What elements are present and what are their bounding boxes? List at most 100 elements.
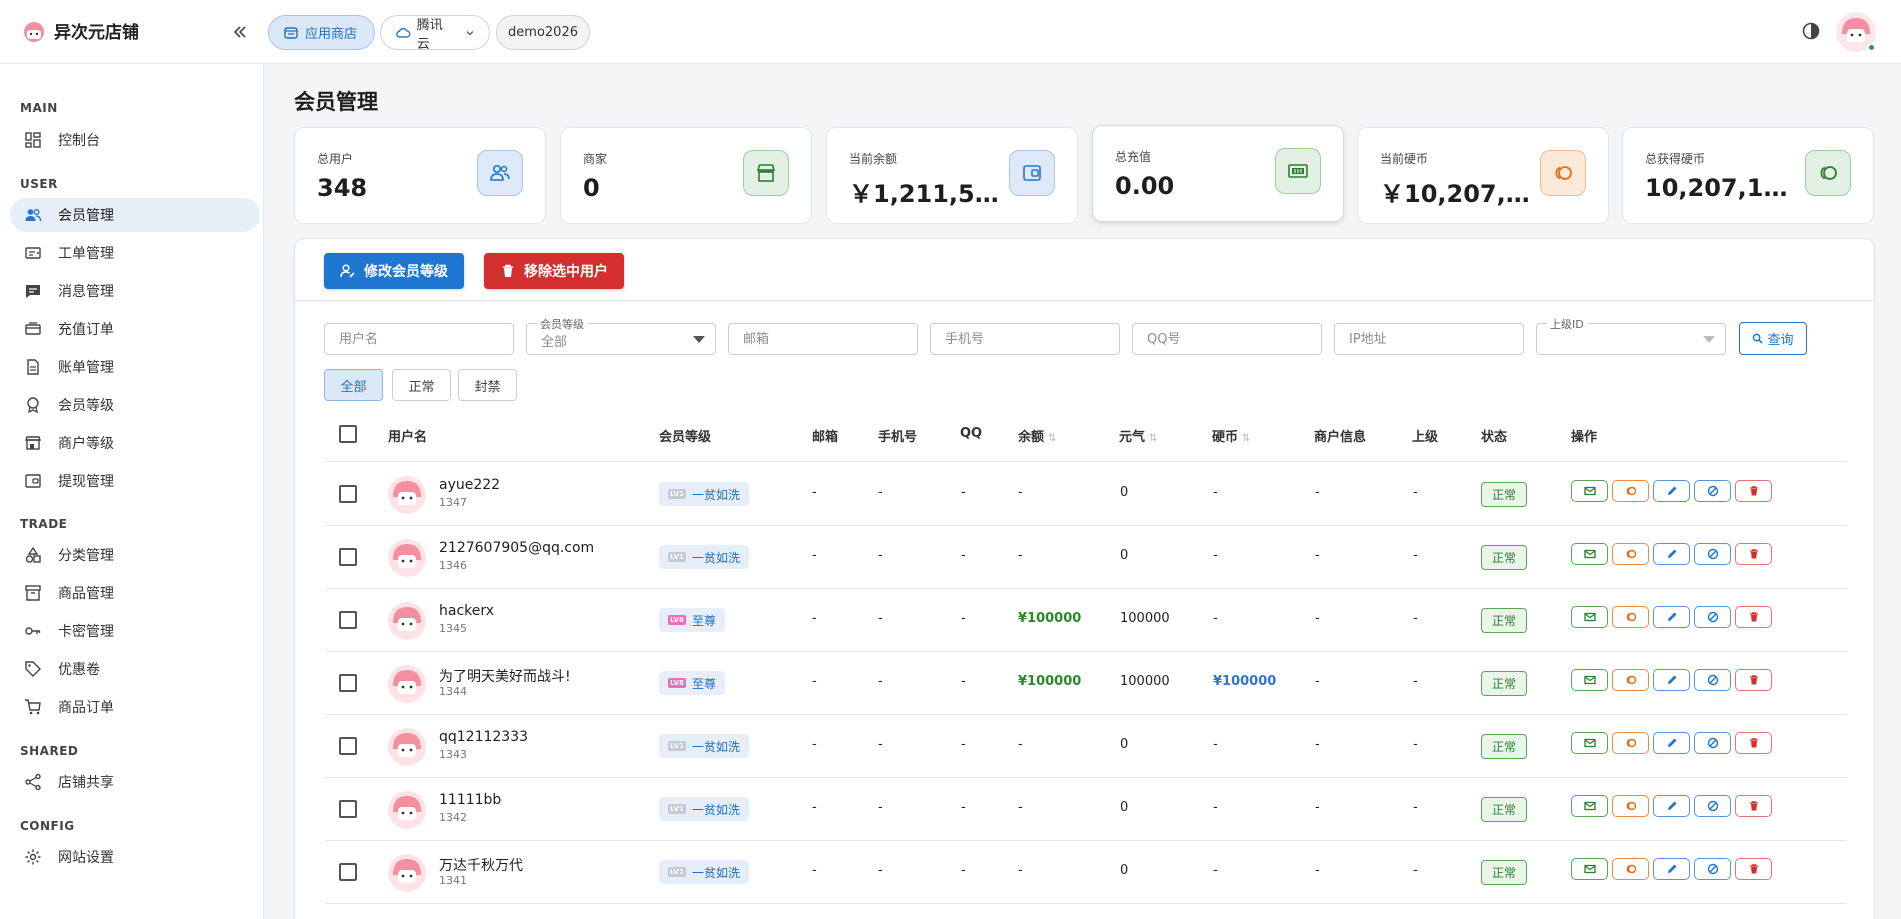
col-phone: 手机号 [878, 430, 918, 445]
sidebar-item-store-share[interactable]: 店铺共享 [10, 765, 260, 799]
delete-user-button[interactable] [1735, 543, 1772, 565]
username[interactable]: 万达千秋万代 [439, 855, 523, 875]
delete-user-button[interactable] [1735, 480, 1772, 502]
edit-member-level-button[interactable]: 修改会员等级 [324, 253, 464, 289]
balance-cell: - [1018, 485, 1023, 500]
send-mail-button[interactable] [1571, 858, 1608, 880]
row-checkbox[interactable] [339, 674, 357, 692]
row-checkbox[interactable] [339, 737, 357, 755]
row-checkbox[interactable] [339, 800, 357, 818]
parent-id-select[interactable]: 上级ID [1536, 316, 1726, 355]
qq-filter[interactable] [1132, 323, 1322, 355]
phone-filter[interactable] [930, 323, 1120, 355]
adjust-coins-button[interactable] [1612, 480, 1649, 502]
send-mail-button[interactable] [1571, 480, 1608, 502]
tab-banned[interactable]: 封禁 [458, 369, 517, 401]
username[interactable]: 11111bb [439, 792, 501, 808]
edit-user-button[interactable] [1653, 543, 1690, 565]
ban-user-button[interactable] [1694, 543, 1731, 565]
username-filter[interactable] [324, 323, 514, 355]
adjust-coins-button[interactable] [1612, 606, 1649, 628]
col-balance[interactable]: 余额 ⇅ [1018, 426, 1056, 445]
member-level-select[interactable]: 会员等级 全部 [526, 316, 716, 355]
adjust-coins-button[interactable] [1612, 669, 1649, 691]
sidebar-item-messages[interactable]: 消息管理 [10, 274, 260, 308]
sidebar-item-members[interactable]: 会员管理 [10, 198, 260, 232]
sidebar-item-coupons[interactable]: 优惠卷 [10, 652, 260, 686]
delete-user-button[interactable] [1735, 669, 1772, 691]
adjust-coins-button[interactable] [1612, 543, 1649, 565]
ban-user-button[interactable] [1694, 795, 1731, 817]
adjust-coins-button[interactable] [1612, 795, 1649, 817]
row-checkbox[interactable] [339, 863, 357, 881]
username[interactable]: qq12112333 [439, 729, 528, 745]
ban-user-button[interactable] [1694, 732, 1731, 754]
ip-filter[interactable] [1334, 323, 1524, 355]
delete-user-button[interactable] [1735, 606, 1772, 628]
edit-user-button[interactable] [1653, 858, 1690, 880]
delete-user-button[interactable] [1735, 795, 1772, 817]
send-mail-button[interactable] [1571, 606, 1608, 628]
sidebar-item-label: 分类管理 [58, 548, 114, 564]
search-button[interactable]: 查询 [1739, 322, 1807, 355]
row-checkbox[interactable] [339, 611, 357, 629]
username[interactable]: ayue222 [439, 477, 500, 493]
email-filter[interactable] [728, 323, 918, 355]
username[interactable]: 为了明天美好而战斗! [439, 666, 571, 686]
sidebar-item-site-settings[interactable]: 网站设置 [10, 840, 260, 874]
row-checkbox[interactable] [339, 548, 357, 566]
ban-user-button[interactable] [1694, 669, 1731, 691]
delete-user-button[interactable] [1735, 732, 1772, 754]
sidebar-item-card-keys[interactable]: 卡密管理 [10, 614, 260, 648]
col-yuanqi[interactable]: 元气 ⇅ [1119, 426, 1157, 445]
username[interactable]: hackerx [439, 603, 494, 619]
sidebar-item-categories[interactable]: 分类管理 [10, 538, 260, 572]
edit-user-button[interactable] [1653, 480, 1690, 502]
ban-user-button[interactable] [1694, 606, 1731, 628]
adjust-coins-button[interactable] [1612, 732, 1649, 754]
sidebar-item-bills[interactable]: 账单管理 [10, 350, 260, 384]
send-mail-button[interactable] [1571, 795, 1608, 817]
qq-input[interactable] [1147, 331, 1321, 347]
phone-input[interactable] [945, 331, 1119, 347]
sidebar-item-recharge-orders[interactable]: 充值订单 [10, 312, 260, 346]
user-avatar[interactable] [1836, 12, 1876, 52]
edit-user-button[interactable] [1653, 606, 1690, 628]
theme-toggle-icon[interactable] [1801, 21, 1821, 41]
sidebar-item-products[interactable]: 商品管理 [10, 576, 260, 610]
sidebar-item-withdrawals[interactable]: 提现管理 [10, 464, 260, 498]
collapse-sidebar-button[interactable] [226, 18, 254, 46]
sidebar-item-product-orders[interactable]: 商品订单 [10, 690, 260, 724]
edit-user-button[interactable] [1653, 795, 1690, 817]
send-mail-button[interactable] [1571, 732, 1608, 754]
send-mail-button[interactable] [1571, 669, 1608, 691]
app-store-chip[interactable]: 应用商店 [268, 15, 375, 50]
select-all-checkbox[interactable] [339, 425, 357, 443]
adjust-coins-button[interactable] [1612, 858, 1649, 880]
col-coins[interactable]: 硬币 ⇅ [1212, 426, 1250, 445]
email-input[interactable] [743, 331, 917, 347]
sidebar-item-tickets[interactable]: 工单管理 [10, 236, 260, 270]
nav-section-user: USER [20, 177, 58, 191]
tab-normal[interactable]: 正常 [392, 369, 451, 401]
cloud-selector[interactable]: 腾讯云 [380, 15, 490, 52]
brand[interactable]: 异次元店铺 [22, 18, 139, 43]
edit-user-button[interactable] [1653, 732, 1690, 754]
sidebar-item-dashboard[interactable]: 控制台 [10, 123, 260, 157]
row-checkbox[interactable] [339, 485, 357, 503]
edit-user-button[interactable] [1653, 669, 1690, 691]
ip-input[interactable] [1349, 331, 1523, 347]
sidebar-item-member-levels[interactable]: 会员等级 [10, 388, 260, 422]
ban-user-button[interactable] [1694, 858, 1731, 880]
domain-chip[interactable]: demo2026 [496, 15, 590, 50]
username-input[interactable] [339, 331, 513, 347]
send-mail-button[interactable] [1571, 543, 1608, 565]
tab-all[interactable]: 全部 [324, 369, 383, 401]
sidebar-item-merchant-levels[interactable]: 商户等级 [10, 426, 260, 460]
username[interactable]: 2127607905@qq.com [439, 540, 594, 556]
avatar [388, 476, 426, 514]
coins-icon [1626, 675, 1636, 685]
remove-selected-users-button[interactable]: 移除选中用户 [484, 253, 624, 289]
ban-user-button[interactable] [1694, 480, 1731, 502]
delete-user-button[interactable] [1735, 858, 1772, 880]
